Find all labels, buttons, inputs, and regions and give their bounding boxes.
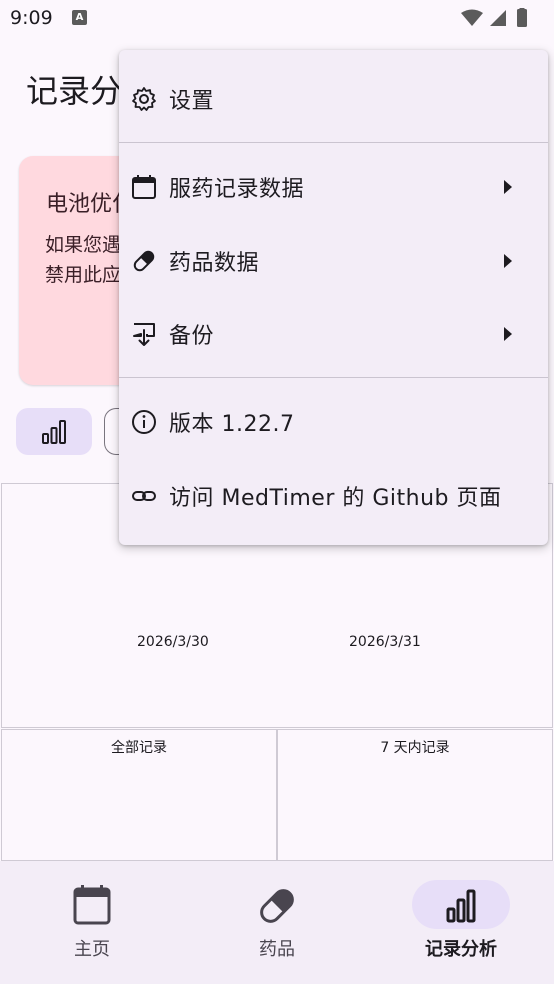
chart-x-label: 2026/3/30 — [137, 634, 209, 650]
menu-item-version[interactable]: 版本 1.22.7 — [119, 392, 548, 452]
menu-label-medicine-data: 药品数据 — [169, 251, 260, 276]
calendar-icon — [73, 885, 111, 925]
submenu-arrow-icon — [504, 180, 512, 194]
link-icon — [132, 491, 156, 501]
battery-card-line2: 禁用此应 — [45, 264, 122, 286]
menu-label-settings: 设置 — [169, 89, 215, 114]
nav-label-medicines: 药品 — [259, 939, 295, 960]
backup-icon — [133, 323, 155, 346]
chart-x-label: 2026/3/31 — [349, 634, 421, 650]
bar-chart-icon — [42, 420, 66, 444]
seven-day-records-chart: 7 天内记录 — [277, 729, 553, 861]
menu-item-intake-records[interactable]: 服药记录数据 — [119, 157, 548, 217]
seven-day-records-title: 7 天内记录 — [380, 740, 450, 756]
calendar-icon — [132, 175, 156, 199]
pill-icon — [133, 250, 155, 272]
menu-item-github[interactable]: 访问 MedTimer 的 Github 页面 — [119, 466, 548, 526]
battery-card-text: 如果您遇 禁用此应 — [45, 230, 121, 290]
nav-item-medicines[interactable]: 药品 — [185, 861, 369, 984]
submenu-arrow-icon — [504, 327, 512, 341]
all-records-chart: 全部记录 — [1, 729, 277, 861]
submenu-arrow-icon — [504, 254, 512, 268]
pill-icon — [260, 889, 294, 923]
menu-divider — [119, 142, 548, 143]
gear-icon — [132, 87, 156, 111]
menu-label-intake-records: 服药记录数据 — [169, 177, 305, 202]
menu-label-github: 访问 MedTimer 的 Github 页面 — [169, 486, 502, 511]
signal-icon — [490, 10, 506, 26]
menu-item-medicine-data[interactable]: 药品数据 — [119, 231, 548, 291]
menu-label-version: 版本 1.22.7 — [169, 412, 295, 437]
status-icons — [461, 8, 527, 27]
battery-icon — [517, 9, 527, 27]
menu-label-backup: 备份 — [169, 324, 215, 349]
status-bar: 9:09 A — [0, 0, 554, 38]
bottom-navigation: 主页 药品 记录分析 — [0, 861, 554, 984]
wifi-icon — [461, 9, 483, 26]
menu-item-settings[interactable]: 设置 — [119, 69, 548, 129]
menu-divider — [119, 377, 548, 378]
notification-icon: A — [72, 10, 87, 25]
nav-label-home: 主页 — [74, 939, 110, 960]
nav-item-analysis[interactable]: 记录分析 — [369, 861, 553, 984]
overflow-menu: 设置 服药记录数据 药品数据 备份 版本 1.22.7 访问 MedTimer … — [119, 50, 548, 545]
battery-card-line1: 如果您遇 — [45, 234, 122, 256]
status-time: 9:09 — [10, 7, 53, 29]
nav-label-analysis: 记录分析 — [425, 939, 497, 960]
bar-chart-toggle-button[interactable] — [16, 408, 92, 455]
menu-item-backup[interactable]: 备份 — [119, 304, 548, 364]
nav-item-home[interactable]: 主页 — [0, 861, 184, 984]
bar-chart-icon — [446, 889, 476, 923]
all-records-title: 全部记录 — [111, 740, 167, 756]
info-icon — [132, 410, 156, 434]
